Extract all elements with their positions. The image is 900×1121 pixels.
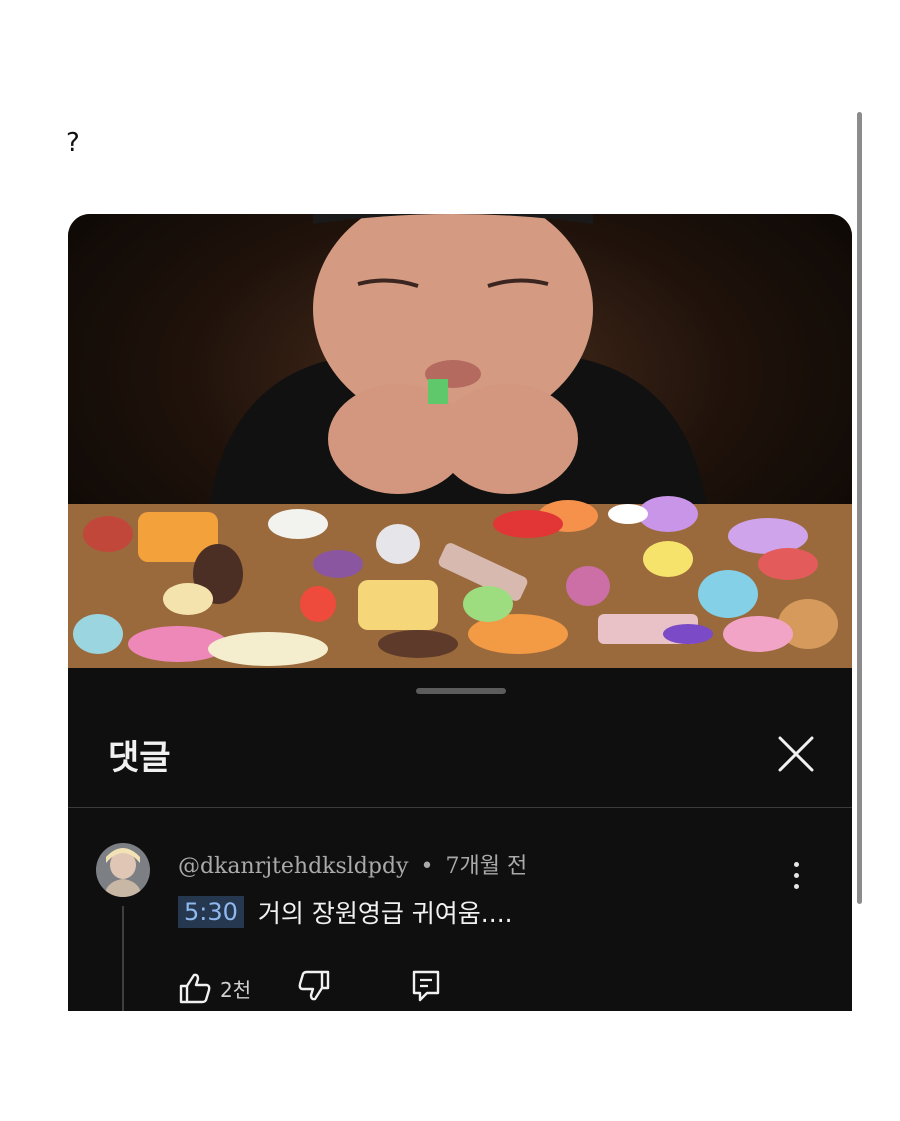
comment-time: 7개월 전 <box>445 854 528 879</box>
more-options-button[interactable] <box>782 858 810 904</box>
video-player[interactable] <box>68 214 852 668</box>
thumbs-up-icon <box>179 973 211 1004</box>
close-icon <box>778 736 814 772</box>
drag-handle[interactable] <box>416 688 506 694</box>
comment-meta: @dkanrjtehdksldpdy • 7개월 전 <box>178 848 527 880</box>
avatar[interactable] <box>96 843 150 897</box>
close-button[interactable] <box>774 732 818 776</box>
meta-separator: • <box>420 854 434 879</box>
dislike-button[interactable] <box>297 970 331 1006</box>
comments-sheet: 댓글 @dkanrjtehdksldpdy • 7개월 전 5:30 거의 장원영급… <box>68 668 852 1011</box>
comment-actions: 2천 <box>178 968 441 1008</box>
comment-author[interactable]: @dkanrjtehdksldpdy <box>178 854 408 879</box>
like-count: 2천 <box>220 977 252 1002</box>
thumbs-down-icon <box>298 970 330 1001</box>
timestamp-link[interactable]: 5:30 <box>178 896 244 928</box>
app-screenshot: 댓글 @dkanrjtehdksldpdy • 7개월 전 5:30 거의 장원영급… <box>68 214 852 1011</box>
post-text: ? <box>66 128 80 158</box>
reply-comment-icon <box>412 970 440 1002</box>
comment-text: 거의 장원영급 귀여움.... <box>257 899 513 928</box>
like-button[interactable]: 2천 <box>178 972 251 1004</box>
video-thumbnail <box>68 214 852 668</box>
reply-button[interactable] <box>411 969 441 1007</box>
comments-title: 댓글 <box>108 738 171 778</box>
page-scrollbar[interactable] <box>857 112 862 904</box>
divider <box>68 807 852 808</box>
thread-line <box>122 906 124 1011</box>
comment-body: 5:30 거의 장원영급 귀여움.... <box>178 894 513 930</box>
more-vert-icon <box>782 862 810 889</box>
